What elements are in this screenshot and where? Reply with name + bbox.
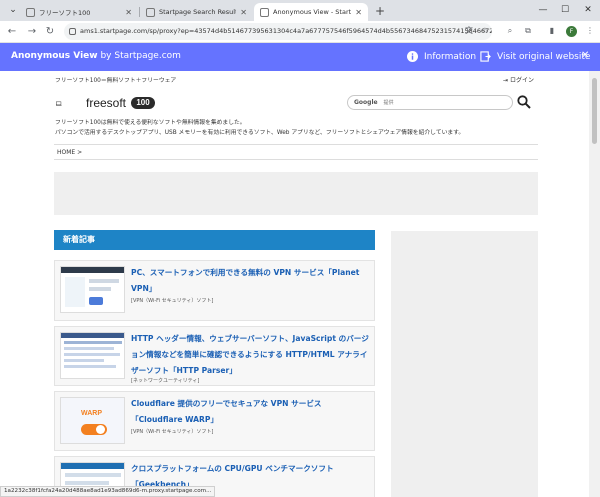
article-category[interactable]: [VPN（Wi-Fi セキュリティ）ソフト] — [131, 428, 213, 435]
login-link[interactable]: ⇥ ログイン — [503, 75, 534, 84]
article-thumbnail[interactable] — [60, 332, 125, 379]
page-icon — [260, 7, 269, 17]
ad-banner — [54, 172, 538, 215]
article-thumbnail[interactable] — [60, 266, 125, 313]
forward-icon[interactable]: → — [24, 24, 40, 40]
close-icon[interactable]: ✕ — [581, 50, 589, 61]
tab-label: フリーソフト100 — [39, 9, 91, 17]
side-panel-icon[interactable]: ▮ — [545, 24, 559, 38]
tab-label: Startpage Search Results — [159, 8, 237, 16]
translate-icon[interactable]: 文 — [462, 24, 476, 38]
visit-original-label: Visit original website — [497, 51, 591, 62]
status-bar: 1a2232c38f1fcfa24a20d488ae8ad1e93ad869d6… — [0, 486, 216, 497]
site-logo-badge: 100 — [131, 97, 155, 109]
reload-icon[interactable]: ↻ — [42, 24, 58, 40]
toggle-icon — [81, 424, 107, 435]
page-icon — [146, 7, 155, 17]
tab-search-icon[interactable]: ⌄ — [8, 2, 18, 18]
site-tagline: フリーソフト100＝無料ソフト＋フリーウェア — [55, 78, 177, 84]
article-category[interactable]: [VPN（Wi-Fi セキュリティ）ソフト] — [131, 297, 213, 304]
tab-anonymous-view[interactable]: Anonymous View - Startpage ✕ — [254, 3, 368, 21]
close-icon[interactable]: ✕ — [355, 8, 362, 17]
information-label: Information — [424, 51, 477, 62]
article-thumbnail[interactable]: WARP — [60, 397, 125, 444]
site-search-input[interactable]: Google 提供 — [347, 95, 513, 110]
profile-avatar[interactable]: F — [566, 26, 577, 37]
external-link-icon — [480, 51, 491, 62]
article-title[interactable]: PC、スマートフォンで利用できる無料の VPN サービス「Planet VPN」 — [131, 265, 371, 297]
window-close-button[interactable]: ✕ — [578, 2, 598, 18]
article-title[interactable]: Cloudflare 提供のフリーでセキュアな VPN サービス「Cloudfl… — [131, 396, 371, 428]
back-icon[interactable]: ← — [4, 24, 20, 40]
search-placeholder: 提供 — [383, 100, 394, 106]
info-icon — [407, 51, 418, 62]
article-category[interactable]: [ネットワークユーティリティ] — [131, 377, 199, 384]
minimize-button[interactable]: — — [533, 2, 553, 18]
search-icon[interactable] — [517, 95, 531, 109]
article-card[interactable]: WARP Cloudflare 提供のフリーでセキュアな VPN サービス「Cl… — [54, 391, 375, 451]
login-icon: ⇥ — [503, 77, 509, 84]
site-description: フリーソフト100は無料で使える便利なソフトや無料情報を集めました。 パソコンで… — [55, 120, 465, 136]
google-brand: Google — [354, 99, 378, 106]
login-label: ログイン — [509, 77, 534, 84]
menu-icon[interactable]: ⋮ — [583, 24, 597, 38]
search-icon[interactable]: ⌕ — [503, 24, 517, 38]
article-card[interactable]: HTTP ヘッダー情報、ウェブサーバーソフト、JavaScript のバージョン… — [54, 326, 375, 386]
visit-original-button[interactable]: Visit original website — [480, 51, 590, 62]
tab-label: Anonymous View - Startpage — [273, 8, 352, 16]
sidebar-ad — [391, 231, 538, 497]
tab-freesoft[interactable]: フリーソフト100 ✕ — [20, 3, 138, 21]
site-info-icon[interactable] — [69, 28, 76, 35]
new-tab-button[interactable]: + — [373, 4, 387, 18]
tab-strip: フリーソフト100 ✕ Startpage Search Results ✕ A… — [0, 0, 600, 21]
thumbnail-text: WARP — [81, 410, 102, 417]
browser-toolbar: ← → ↻ ams1.startpage.com/sp/proxy?ep=435… — [0, 21, 600, 43]
site-logo-text[interactable]: freesoft — [86, 96, 126, 110]
article-card[interactable]: PC、スマートフォンで利用できる無料の VPN サービス「Planet VPN」… — [54, 260, 375, 321]
anonymous-view-title: Anonymous View by Startpage.com — [11, 51, 181, 61]
article-title[interactable]: HTTP ヘッダー情報、ウェブサーバーソフト、JavaScript のバージョン… — [131, 331, 371, 379]
scrollbar-thumb[interactable] — [592, 78, 597, 144]
tab-startpage-results[interactable]: Startpage Search Results ✕ — [140, 3, 253, 21]
bookmark-star-icon[interactable]: ☆ — [478, 24, 492, 38]
address-bar[interactable]: ams1.startpage.com/sp/proxy?ep=43574d4b5… — [64, 23, 492, 40]
page-viewport: フリーソフト100＝無料ソフト＋フリーウェア ⇥ ログイン freesoft 1… — [0, 71, 589, 497]
anonymous-view-bar: Anonymous View by Startpage.com Informat… — [0, 43, 600, 71]
monitor-logo-icon[interactable] — [56, 93, 84, 115]
close-icon[interactable]: ✕ — [240, 8, 247, 17]
close-icon[interactable]: ✕ — [125, 8, 132, 17]
maximize-button[interactable]: ☐ — [555, 2, 575, 18]
extensions-icon[interactable]: ⧉ — [521, 24, 535, 38]
section-title: 新着記事 — [54, 230, 375, 250]
url-text: ams1.startpage.com/sp/proxy?ep=43574d4b5… — [80, 27, 492, 35]
breadcrumb[interactable]: HOME > — [54, 144, 538, 160]
information-button[interactable]: Information — [407, 51, 476, 62]
page-icon — [26, 7, 35, 17]
